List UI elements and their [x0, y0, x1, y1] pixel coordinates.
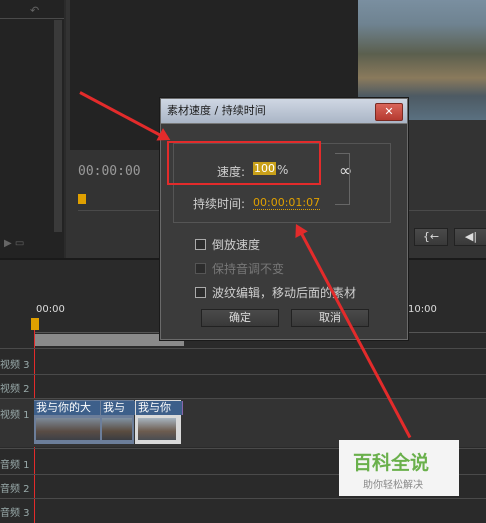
track-video-3: 视频 3	[0, 360, 30, 371]
ok-button[interactable]: 确定	[201, 309, 279, 327]
undo-icon[interactable]: ↶	[30, 4, 44, 17]
close-button[interactable]: ✕	[375, 103, 403, 121]
playhead-marker[interactable]	[78, 194, 86, 204]
cancel-button[interactable]: 取消	[291, 309, 369, 327]
timecode-display: 00:00:00	[78, 164, 141, 179]
duration-input[interactable]: 00:00:01:07	[253, 196, 321, 210]
clip-3-thumb	[138, 418, 176, 440]
reverse-speed-checkbox[interactable]	[195, 239, 206, 250]
divider	[0, 18, 64, 19]
watermark-subtitle: 助你轻松解决	[363, 480, 423, 491]
highlight-box	[167, 141, 321, 185]
clip-3-label: 我与你	[136, 401, 183, 415]
source-panel: ↶ ▶ ▭	[0, 0, 64, 258]
duration-label: 持续时间:	[193, 197, 246, 211]
clip-1-thumb	[36, 418, 100, 440]
watermark-title: 百科全说	[353, 452, 430, 474]
track-divider	[0, 498, 486, 499]
step-back-button[interactable]: ◀|	[454, 228, 486, 246]
clip-2-thumb	[102, 418, 132, 440]
track-audio-1: 音频 1	[0, 460, 30, 471]
maintain-pitch-label: 保持音调不变	[212, 262, 285, 276]
ripple-edit-checkbox[interactable]	[195, 287, 206, 298]
clip-2-label: 我与	[101, 401, 136, 415]
watermark: 百科全说 助你轻松解决	[339, 440, 459, 496]
reverse-speed-option[interactable]: 倒放速度	[195, 236, 260, 253]
panel-icon-row[interactable]: ▶ ▭	[4, 238, 60, 252]
track-audio-3: 音频 3	[0, 508, 30, 519]
track-divider	[0, 374, 486, 375]
track-audio-2: 音频 2	[0, 484, 30, 495]
timeline-playhead-icon[interactable]	[31, 318, 39, 330]
clip-1-label: 我与你的大	[34, 401, 101, 415]
track-video-2: 视频 2	[0, 384, 30, 395]
track-video-1: 视频 1	[0, 410, 30, 421]
ruler-end-label: 10:00	[408, 304, 437, 315]
track-divider	[0, 348, 486, 349]
mark-in-button[interactable]: {←	[414, 228, 448, 246]
ruler-start-label: 00:00	[36, 304, 65, 315]
maintain-pitch-option: 保持音调不变	[195, 260, 284, 277]
clip-speed-duration-dialog: 素材速度 / 持续时间 ✕ 速度: 100 % ∞ 持续时间: 00:00:01…	[160, 98, 408, 340]
reverse-speed-label: 倒放速度	[212, 238, 261, 252]
maintain-pitch-checkbox	[195, 263, 206, 274]
dialog-title: 素材速度 / 持续时间	[161, 99, 407, 124]
link-bracket	[335, 153, 350, 205]
scrollbar[interactable]	[54, 20, 62, 232]
